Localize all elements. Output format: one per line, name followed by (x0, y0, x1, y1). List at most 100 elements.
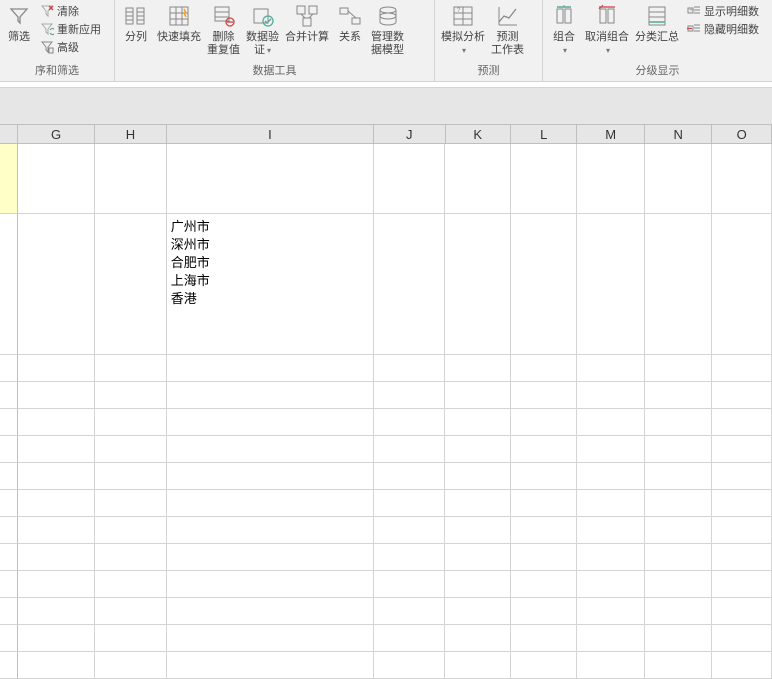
cell-M-9[interactable] (577, 544, 644, 571)
cell-M-7[interactable] (577, 490, 644, 517)
cell-M-11[interactable] (577, 598, 644, 625)
cell-K-11[interactable] (445, 598, 511, 625)
filter-button[interactable]: 筛选 (3, 2, 35, 44)
cell-J-12[interactable] (374, 625, 445, 652)
cell-H-11[interactable] (95, 598, 166, 625)
cell-K-10[interactable] (445, 571, 511, 598)
cell-G-13[interactable] (18, 652, 95, 679)
cell-L-5[interactable] (511, 436, 578, 463)
column-header-I[interactable]: I (167, 124, 374, 144)
cell-J-2[interactable] (374, 355, 445, 382)
cell-N-5[interactable] (645, 436, 712, 463)
cell-J-11[interactable] (374, 598, 445, 625)
cell-N-8[interactable] (645, 517, 712, 544)
cell-H-4[interactable] (95, 409, 166, 436)
text-to-columns-button[interactable]: 分列 (118, 2, 154, 44)
cell-O-4[interactable] (712, 409, 772, 436)
cell-O-12[interactable] (712, 625, 772, 652)
cell-G-2[interactable] (18, 355, 95, 382)
cell-H-10[interactable] (95, 571, 166, 598)
cell-I-6[interactable] (167, 463, 374, 490)
relationships-button[interactable]: 关系 (332, 2, 368, 44)
cell-K-4[interactable] (445, 409, 511, 436)
cell-H-2[interactable] (95, 355, 166, 382)
cell-L-10[interactable] (511, 571, 578, 598)
cell-J-9[interactable] (374, 544, 445, 571)
cell-H-6[interactable] (95, 463, 166, 490)
cell-I-7[interactable] (167, 490, 374, 517)
cell-M-5[interactable] (577, 436, 644, 463)
data-model-button[interactable]: 管理数 据模型 (368, 2, 407, 57)
hide-detail-button[interactable]: 隐藏明细数 (682, 20, 763, 38)
cell-I-3[interactable] (167, 382, 374, 409)
column-header-J[interactable]: J (374, 124, 445, 144)
cell-M-8[interactable] (577, 517, 644, 544)
cell-I-5[interactable] (167, 436, 374, 463)
consolidate-button[interactable]: 合并计算 (282, 2, 332, 44)
column-header-M[interactable]: M (577, 124, 644, 144)
cell-K-12[interactable] (445, 625, 511, 652)
cell-H-12[interactable] (95, 625, 166, 652)
column-header-G[interactable]: G (18, 124, 95, 144)
cell-G-0[interactable] (18, 144, 95, 214)
cell-M-4[interactable] (577, 409, 644, 436)
cell-L-0[interactable] (511, 144, 578, 214)
cell-K-2[interactable] (445, 355, 511, 382)
cell-M-13[interactable] (577, 652, 644, 679)
cell-N-7[interactable] (645, 490, 712, 517)
cell-L-2[interactable] (511, 355, 578, 382)
column-header-L[interactable]: L (511, 124, 577, 144)
cell-H-7[interactable] (95, 490, 166, 517)
cell-L-8[interactable] (511, 517, 578, 544)
cell-O-2[interactable] (712, 355, 772, 382)
subtotal-button[interactable]: 分类汇总 (632, 2, 682, 44)
clear-filter-button[interactable]: 清除 (35, 2, 105, 20)
cell-H-8[interactable] (95, 517, 166, 544)
cell-K-8[interactable] (445, 517, 511, 544)
cell-N-9[interactable] (645, 544, 712, 571)
cell-O-7[interactable] (712, 490, 772, 517)
cell-J-7[interactable] (374, 490, 445, 517)
cell-I-9[interactable] (167, 544, 374, 571)
cell-I-11[interactable] (167, 598, 374, 625)
cell-J-1[interactable] (374, 214, 445, 355)
cell-L-13[interactable] (511, 652, 578, 679)
cell-L-4[interactable] (511, 409, 578, 436)
cell-G-5[interactable] (18, 436, 95, 463)
cell-G-8[interactable] (18, 517, 95, 544)
cell-G-6[interactable] (18, 463, 95, 490)
cell-G-3[interactable] (18, 382, 95, 409)
cell-I-8[interactable] (167, 517, 374, 544)
cell-N-11[interactable] (645, 598, 712, 625)
data-validation-button[interactable]: 数据验 证▾ (243, 2, 282, 57)
cell-O-8[interactable] (712, 517, 772, 544)
cell-G-12[interactable] (18, 625, 95, 652)
cell-M-0[interactable] (577, 144, 644, 214)
cell-J-0[interactable] (374, 144, 445, 214)
cell-N-2[interactable] (645, 355, 712, 382)
cell-M-6[interactable] (577, 463, 644, 490)
cell-L-12[interactable] (511, 625, 578, 652)
cell-I-13[interactable] (167, 652, 374, 679)
cell-O-5[interactable] (712, 436, 772, 463)
cell-O-1[interactable] (712, 214, 772, 355)
cell-G-7[interactable] (18, 490, 95, 517)
cell-H-5[interactable] (95, 436, 166, 463)
cell-J-3[interactable] (374, 382, 445, 409)
cell-M-10[interactable] (577, 571, 644, 598)
cell-L-3[interactable] (511, 382, 578, 409)
whatif-button[interactable]: ? 模拟分析 ▾ (438, 2, 488, 57)
cell-L-7[interactable] (511, 490, 578, 517)
cell-I-0[interactable] (167, 144, 374, 214)
cell-K-1[interactable] (445, 214, 511, 355)
ungroup-button[interactable]: 取消组合 ▾ (582, 2, 632, 57)
cell-J-4[interactable] (374, 409, 445, 436)
cell-L-6[interactable] (511, 463, 578, 490)
cell-K-9[interactable] (445, 544, 511, 571)
group-button[interactable]: 组合 ▾ (546, 2, 582, 57)
cell-G-11[interactable] (18, 598, 95, 625)
forecast-sheet-button[interactable]: 预测 工作表 (488, 2, 527, 57)
cell-O-0[interactable] (712, 144, 772, 214)
cell-N-12[interactable] (645, 625, 712, 652)
cell-H-1[interactable] (95, 214, 166, 355)
